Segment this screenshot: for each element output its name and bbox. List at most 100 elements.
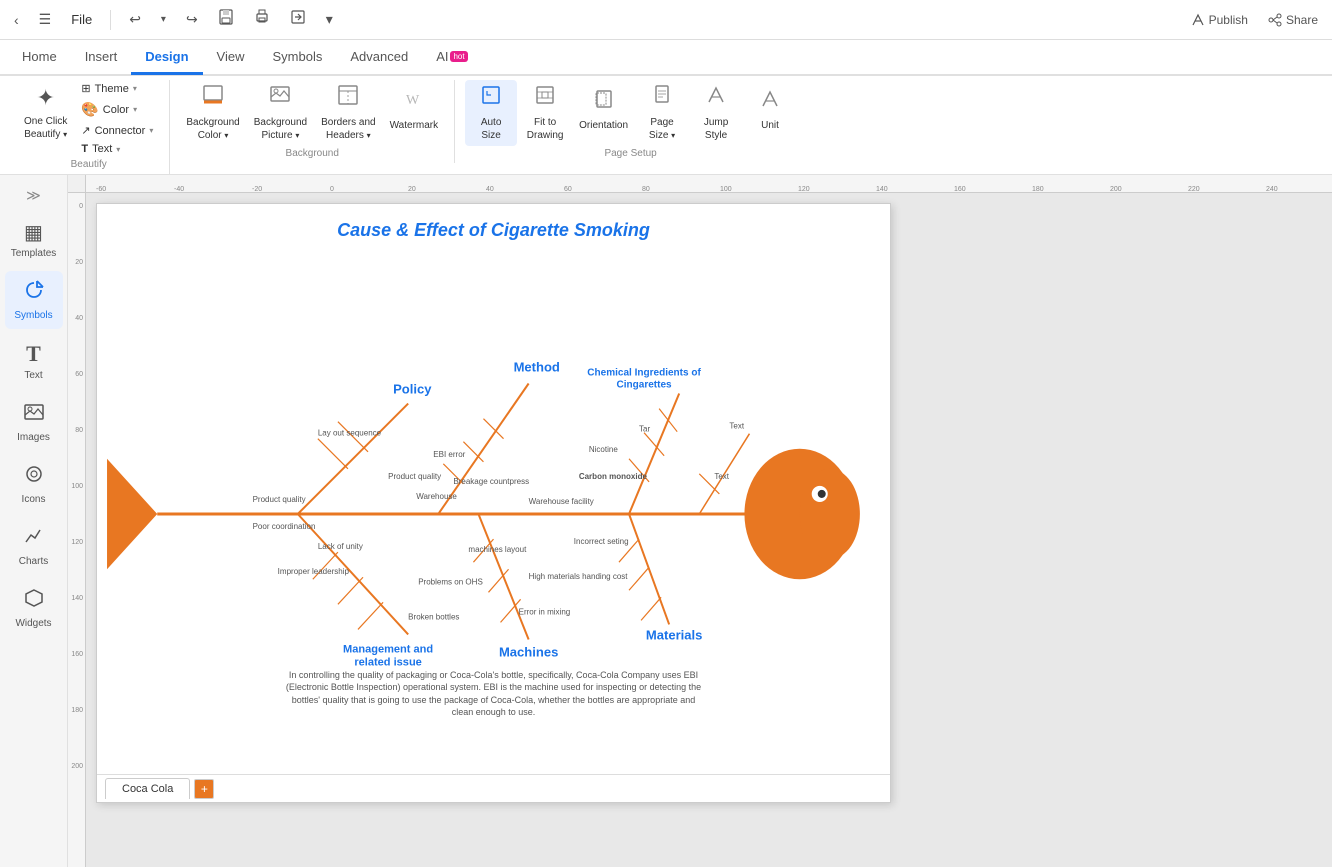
v-ruler-tick: 180 <box>71 707 85 714</box>
beautify-group-label: Beautify <box>18 157 159 170</box>
svg-text:High materials handing cost: High materials handing cost <box>529 572 629 581</box>
svg-text:Chemical Ingredients of: Chemical Ingredients of <box>587 367 701 378</box>
export-button[interactable] <box>284 5 312 34</box>
v-ruler-tick: 20 <box>75 259 85 266</box>
share-button[interactable]: Share <box>1262 9 1324 31</box>
ribbon: ✦ One ClickBeautify ▾ ⊞ Theme ▾ 🎨 Color … <box>0 76 1332 175</box>
one-click-beautify-button[interactable]: ✦ One ClickBeautify ▾ <box>18 80 73 145</box>
jump-style-button[interactable]: JumpStyle <box>690 80 742 146</box>
sidebar-item-icons[interactable]: Icons <box>5 455 63 513</box>
fit-to-drawing-button[interactable]: Fit toDrawing <box>519 80 571 146</box>
v-ruler-tick: 100 <box>71 483 85 490</box>
tab-design[interactable]: Design <box>131 41 202 75</box>
hamburger-button[interactable]: ☰ <box>33 7 58 32</box>
watermark-icon: W <box>403 88 425 118</box>
svg-text:Lay out sequence: Lay out sequence <box>318 429 382 438</box>
beautify-icon: ✦ <box>36 84 54 113</box>
canvas-tab-bar: Coca Cola + <box>97 774 890 802</box>
v-ruler: document.addEventListener('DOMContentLoa… <box>68 193 86 867</box>
color-button[interactable]: 🎨 Color ▾ <box>75 99 159 120</box>
save-button[interactable] <box>212 5 240 34</box>
borders-headers-label: Borders andHeaders ▾ <box>321 116 375 142</box>
tab-ai[interactable]: AI hot <box>422 41 481 75</box>
orientation-button[interactable]: Orientation <box>573 80 634 140</box>
svg-text:Error in mixing: Error in mixing <box>519 607 571 616</box>
svg-text:Text: Text <box>729 422 744 431</box>
orientation-icon <box>593 88 615 118</box>
v-ruler-tick: 140 <box>71 595 85 602</box>
svg-text:Warehouse: Warehouse <box>416 492 457 501</box>
svg-text:Product quality: Product quality <box>388 472 441 481</box>
page-setup-wrap: AutoSize Fit toDrawing Orientation <box>465 80 796 159</box>
fit-drawing-icon <box>534 84 556 114</box>
back-button[interactable]: ‹ <box>8 8 25 32</box>
sidebar-item-symbols[interactable]: Symbols <box>5 271 63 329</box>
canvas-tab-cocacola[interactable]: Coca Cola <box>105 778 190 799</box>
page-size-button[interactable]: PageSize ▾ <box>636 80 688 146</box>
background-wrap: BackgroundColor ▾ BackgroundPicture ▾ Bo… <box>180 80 444 159</box>
connector-label: Connector <box>95 125 146 137</box>
h-ruler-content: .h-ruler-content { position:relative; he… <box>86 175 1332 193</box>
canvas-scroll[interactable]: Cause & Effect of Cigarette Smoking <box>86 193 1332 867</box>
h-ruler-tick: -40 <box>174 186 184 193</box>
file-menu-button[interactable]: File <box>65 8 98 31</box>
file-label: File <box>71 12 92 27</box>
color-caret: ▾ <box>133 105 137 114</box>
text-label: Text <box>24 370 42 381</box>
h-ruler-tick: 20 <box>408 186 416 193</box>
tab-insert[interactable]: Insert <box>71 41 132 75</box>
color-icon: 🎨 <box>81 101 98 118</box>
diagram-title: Cause & Effect of Cigarette Smoking <box>97 204 890 249</box>
icons-label: Icons <box>22 494 46 505</box>
sidebar-item-images[interactable]: Images <box>5 393 63 451</box>
svg-text:Cingarettes: Cingarettes <box>617 380 673 391</box>
auto-size-label: AutoSize <box>481 116 502 142</box>
svg-text:Policy: Policy <box>393 382 432 397</box>
ribbon-group-page-setup: AutoSize Fit toDrawing Orientation <box>455 80 806 163</box>
watermark-button[interactable]: W Watermark <box>384 80 445 140</box>
theme-button[interactable]: ⊞ Theme ▾ <box>75 80 159 97</box>
more-button[interactable]: ▾ <box>320 7 339 32</box>
h-ruler: .h-ruler-content { position:relative; he… <box>86 175 1332 193</box>
publish-button[interactable]: Publish <box>1185 9 1254 31</box>
sidebar-item-templates[interactable]: ▦ Templates <box>5 212 63 267</box>
unit-button[interactable]: Unit <box>744 80 796 140</box>
add-tab-button[interactable]: + <box>194 779 214 799</box>
charts-icon <box>23 525 45 553</box>
connector-button[interactable]: ↗ Connector ▾ <box>75 122 159 139</box>
canvas-area: .h-ruler-content { position:relative; he… <box>68 175 1332 867</box>
sidebar-expand-button[interactable]: ≫ <box>22 183 45 208</box>
svg-text:Incorrect seting: Incorrect seting <box>574 537 629 546</box>
svg-text:related issue: related issue <box>354 657 421 669</box>
print-button[interactable] <box>248 5 276 34</box>
tab-view[interactable]: View <box>203 41 259 75</box>
page-size-icon <box>651 84 673 114</box>
redo-button[interactable]: ↪ <box>180 7 204 32</box>
svg-text:W: W <box>406 93 420 108</box>
text-button[interactable]: T Text ▾ <box>75 141 159 157</box>
bg-color-button[interactable]: BackgroundColor ▾ <box>180 80 245 146</box>
background-items: BackgroundColor ▾ BackgroundPicture ▾ Bo… <box>180 80 444 146</box>
svg-text:Broken bottles: Broken bottles <box>408 612 459 621</box>
undo-button[interactable]: ↩ <box>123 7 147 32</box>
connector-icon: ↗ <box>81 124 90 137</box>
sidebar-item-text[interactable]: T Text <box>5 333 63 389</box>
orientation-label: Orientation <box>579 119 628 132</box>
sidebar-item-widgets[interactable]: Widgets <box>5 579 63 637</box>
undo-dropdown[interactable]: ▾ <box>155 10 172 29</box>
h-ruler-tick: 160 <box>954 186 966 193</box>
theme-small-group: ⊞ Theme ▾ 🎨 Color ▾ ↗ Connector ▾ <box>75 80 159 157</box>
watermark-label: Watermark <box>390 119 439 132</box>
h-ruler-tick: -20 <box>252 186 262 193</box>
svg-text:Management and: Management and <box>343 644 433 656</box>
text-sidebar-icon: T <box>26 341 41 367</box>
tab-symbols[interactable]: Symbols <box>259 41 337 75</box>
text-label: Text <box>92 143 112 155</box>
sidebar-item-charts[interactable]: Charts <box>5 517 63 575</box>
auto-size-button[interactable]: AutoSize <box>465 80 517 146</box>
bg-picture-button[interactable]: BackgroundPicture ▾ <box>248 80 313 146</box>
tab-advanced[interactable]: Advanced <box>336 41 422 75</box>
borders-headers-button[interactable]: Borders andHeaders ▾ <box>315 80 381 146</box>
v-ruler-tick: 0 <box>79 203 85 210</box>
tab-home[interactable]: Home <box>8 41 71 75</box>
